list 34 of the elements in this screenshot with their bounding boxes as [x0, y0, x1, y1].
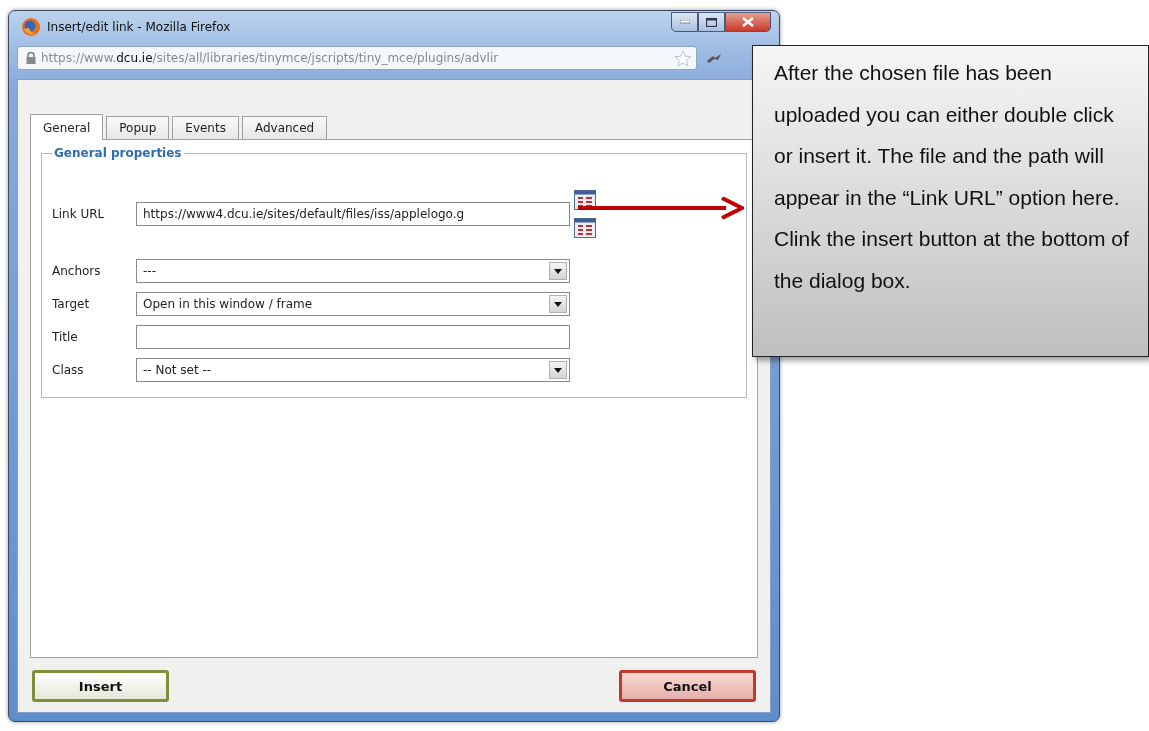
field-label: Class: [52, 363, 85, 377]
minimize-button[interactable]: [671, 12, 698, 32]
field-label: Anchors: [52, 264, 102, 278]
cancel-button[interactable]: Cancel: [619, 670, 756, 702]
tab[interactable]: Popup: [106, 116, 170, 139]
address-bar[interactable]: https://www.dcu.ie/sites/all/libraries/tinymce/jscripts/tiny_mce/plugins/advlir: [17, 46, 697, 70]
tab[interactable]: Events: [172, 116, 239, 139]
tab[interactable]: General: [30, 114, 104, 140]
dropdown[interactable]: Open in this window / frame: [136, 292, 570, 316]
dropdown[interactable]: -- Not set --: [136, 358, 570, 382]
text-field[interactable]: https://www4.dcu.ie/sites/default/files/iss/applelogo.g: [136, 202, 570, 226]
field-label: Link URL: [52, 207, 106, 221]
caret-icon: [554, 268, 562, 274]
url-text: https://www.dcu.ie/sites/all/libraries/tinymce/jscripts/tiny_mce/plugins/advlir: [41, 51, 500, 65]
text-field[interactable]: [136, 325, 570, 349]
maximize-icon: [706, 17, 717, 27]
caret-icon: [554, 301, 562, 307]
callout-text: After the chosen file has been uploaded you can either double click or insert it. The file and the path will appear in the “Link URL” option here. Clink the insert button at the bottom of the dialog box.: [774, 60, 1130, 294]
lock-icon: [26, 52, 36, 64]
dropdown[interactable]: ---: [136, 259, 570, 283]
close-icon: [742, 17, 754, 27]
browser-logo-icon: [21, 17, 41, 37]
insert-button[interactable]: Insert: [32, 670, 169, 702]
field-label: Target: [52, 297, 91, 311]
maximize-button[interactable]: [698, 12, 725, 32]
browse-icon[interactable]: [574, 218, 596, 238]
star-icon[interactable]: [674, 49, 692, 67]
minimize-icon: [679, 20, 690, 24]
caret-icon: [554, 367, 562, 373]
window-title: Insert/edit link - Mozilla Firefox: [47, 20, 231, 34]
tab[interactable]: Advanced: [241, 116, 328, 139]
field-label: Title: [52, 330, 79, 344]
close-button[interactable]: [725, 12, 771, 32]
fieldset-legend: General properties: [52, 146, 184, 160]
